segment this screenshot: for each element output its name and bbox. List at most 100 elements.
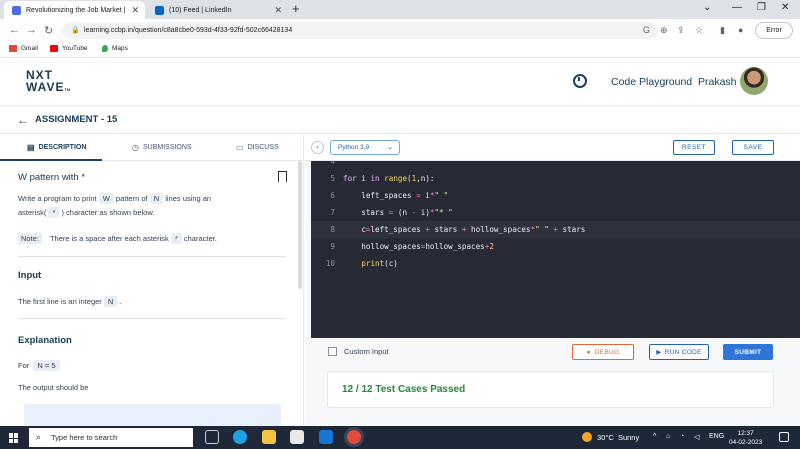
run-code-button[interactable]: ▶ RUN CODE bbox=[649, 344, 709, 360]
text: There is a space after each asterisk bbox=[49, 233, 169, 243]
reset-button[interactable]: RESET bbox=[673, 140, 715, 155]
windows-start-icon[interactable] bbox=[9, 433, 19, 443]
scrollbar[interactable] bbox=[298, 161, 302, 289]
mail-icon[interactable] bbox=[319, 430, 333, 444]
star-icon[interactable]: ☆ bbox=[695, 25, 703, 36]
weather-widget[interactable]: 30°C Sunny bbox=[582, 432, 639, 442]
text: lines using an bbox=[165, 194, 212, 203]
explanation-heading: Explanation bbox=[18, 335, 72, 346]
notification-icon[interactable] bbox=[779, 432, 789, 442]
avatar[interactable] bbox=[740, 67, 768, 95]
code-line: 5 for i in range(1,n): bbox=[311, 170, 800, 187]
code-playground-link[interactable]: Code Playground bbox=[611, 76, 692, 88]
debug-button[interactable]: ● DEBUG bbox=[572, 344, 634, 360]
error-button[interactable]: Error bbox=[755, 22, 793, 39]
restore-button[interactable]: ❐ bbox=[757, 2, 766, 13]
action-bar: Custom Input ● DEBUG ▶ RUN CODE SUBMIT bbox=[305, 338, 800, 366]
line-number: 7 bbox=[330, 208, 335, 217]
test-result-text: 12 / 12 Test Cases Passed bbox=[342, 384, 466, 395]
tab-title: Revolutionizing the Job Market | bbox=[26, 6, 126, 14]
back-arrow-icon[interactable]: ← bbox=[17, 113, 29, 127]
minimize-button[interactable]: — bbox=[732, 2, 742, 13]
close-tab-icon[interactable]: ✕ bbox=[131, 5, 139, 16]
close-window-button[interactable]: ✕ bbox=[781, 2, 789, 13]
chrome-icon[interactable] bbox=[347, 430, 361, 444]
text: ) character as shown below. bbox=[61, 208, 155, 217]
code-line: 7 stars = (n - i)*"* " bbox=[311, 204, 800, 221]
line-code: for i in range(1,n): bbox=[343, 174, 435, 183]
forward-arrow-icon[interactable]: → bbox=[26, 24, 37, 36]
taskbar-clock[interactable]: 12:37 04-02-2023 bbox=[729, 429, 762, 447]
save-button[interactable]: SAVE bbox=[732, 140, 774, 155]
note-box: Note: There is a space after each asteri… bbox=[18, 231, 262, 245]
logo-tm: TM bbox=[64, 87, 71, 92]
linkedin-favicon-icon bbox=[155, 5, 164, 15]
close-tab-icon[interactable]: ✕ bbox=[274, 5, 282, 16]
share-icon[interactable]: ⇪ bbox=[677, 25, 685, 36]
back-arrow-icon[interactable]: ← bbox=[9, 24, 20, 36]
editor-toolbar: ‹ Python 3.9 ⌄ RESET SAVE bbox=[305, 135, 800, 161]
test-result-card: 12 / 12 Test Cases Passed bbox=[327, 371, 774, 408]
side-panel-icon[interactable]: ▮ bbox=[720, 25, 725, 36]
bookmark-maps[interactable]: Maps bbox=[102, 45, 128, 52]
assignment-title: ASSIGNMENT - 15 bbox=[35, 114, 118, 125]
wifi-icon[interactable]: ◔ bbox=[680, 433, 684, 440]
chat-icon: ▭ bbox=[236, 143, 244, 152]
input-language[interactable]: ENG bbox=[709, 433, 724, 440]
sun-icon bbox=[582, 432, 592, 442]
language-select[interactable]: Python 3.9 ⌄ bbox=[330, 140, 400, 155]
chevron-up-icon[interactable]: ^ bbox=[653, 433, 656, 440]
code-line: 4 bbox=[311, 161, 800, 170]
line-code: print(c) bbox=[361, 259, 398, 268]
task-view-icon[interactable] bbox=[205, 430, 219, 444]
google-icon[interactable]: G bbox=[643, 25, 650, 35]
tab-search-icon[interactable]: ⌄ bbox=[703, 2, 711, 13]
file-explorer-icon[interactable] bbox=[262, 430, 276, 444]
edge-icon[interactable] bbox=[233, 430, 247, 444]
tab-description[interactable]: ▤ DESCRIPTION bbox=[27, 143, 86, 152]
store-icon[interactable] bbox=[290, 430, 304, 444]
text: Write a program to print bbox=[18, 194, 97, 203]
code-editor[interactable]: 4 5 for i in range(1,n): 6 left_spaces =… bbox=[311, 161, 800, 338]
line-number: 5 bbox=[330, 174, 335, 183]
streak-timer-icon[interactable] bbox=[573, 74, 587, 88]
line-number: 4 bbox=[330, 161, 335, 166]
youtube-icon bbox=[50, 45, 58, 52]
browser-tab-bar: Revolutionizing the Job Market | ✕ (10) … bbox=[0, 0, 800, 19]
tab-submissions[interactable]: ◷ SUBMISSIONS bbox=[132, 143, 192, 152]
ccbp-favicon-icon bbox=[12, 5, 21, 15]
bookmarks-bar: Gmail YouTube Maps bbox=[0, 42, 800, 58]
input-description: The first line is an integer N . bbox=[18, 295, 122, 309]
submit-button[interactable]: SUBMIT bbox=[723, 344, 773, 360]
browser-tab-linkedin[interactable]: (10) Feed | LinkedIn ✕ bbox=[147, 1, 288, 19]
address-bar-row: ← → ↻ 🔒 learning.ccbp.in/question/c8a8cb… bbox=[0, 19, 800, 42]
nxtwave-logo[interactable]: NXT WAVETM bbox=[26, 69, 70, 96]
taskbar-search-input[interactable]: ⌕ Type here to search bbox=[29, 428, 193, 447]
bookmark-icon[interactable] bbox=[278, 171, 287, 182]
custom-input-checkbox[interactable] bbox=[328, 347, 337, 356]
profile-icon[interactable]: ● bbox=[738, 25, 743, 35]
text: character. bbox=[183, 233, 217, 243]
network-icon[interactable]: ⌂ bbox=[666, 433, 670, 440]
chevron-down-icon: ⌄ bbox=[387, 144, 393, 151]
url-input[interactable]: 🔒 learning.ccbp.in/question/c8a8cbe0-593… bbox=[62, 22, 658, 39]
code-line: 10 print(c) bbox=[311, 255, 800, 272]
code-line: 9 hollow_spaces=hollow_spaces+2 bbox=[311, 238, 800, 255]
translate-icon[interactable]: ⊕ bbox=[660, 25, 668, 36]
collapse-panel-button[interactable]: ‹ bbox=[311, 141, 324, 154]
assignment-bar: ← ASSIGNMENT - 15 bbox=[0, 106, 800, 134]
tab-discuss[interactable]: ▭ DISCUSS bbox=[236, 143, 279, 152]
search-placeholder: Type here to search bbox=[51, 433, 118, 442]
bookmark-gmail[interactable]: Gmail bbox=[9, 45, 38, 52]
code-chip: N bbox=[103, 296, 118, 307]
line-code: left_spaces = i*" " bbox=[343, 191, 449, 200]
volume-icon[interactable]: ◁ bbox=[694, 433, 699, 441]
bookmark-label: Maps bbox=[112, 45, 128, 52]
question-panel: ▤ DESCRIPTION ◷ SUBMISSIONS ▭ DISCUSS W … bbox=[0, 135, 304, 426]
bookmark-youtube[interactable]: YouTube bbox=[50, 45, 88, 52]
reload-icon[interactable]: ↻ bbox=[44, 24, 53, 37]
browser-tab-ccbp[interactable]: Revolutionizing the Job Market | ✕ bbox=[4, 1, 145, 19]
new-tab-button[interactable]: + bbox=[292, 1, 300, 16]
text: The first line is an integer bbox=[18, 297, 102, 306]
user-name[interactable]: Prakash bbox=[698, 76, 737, 88]
